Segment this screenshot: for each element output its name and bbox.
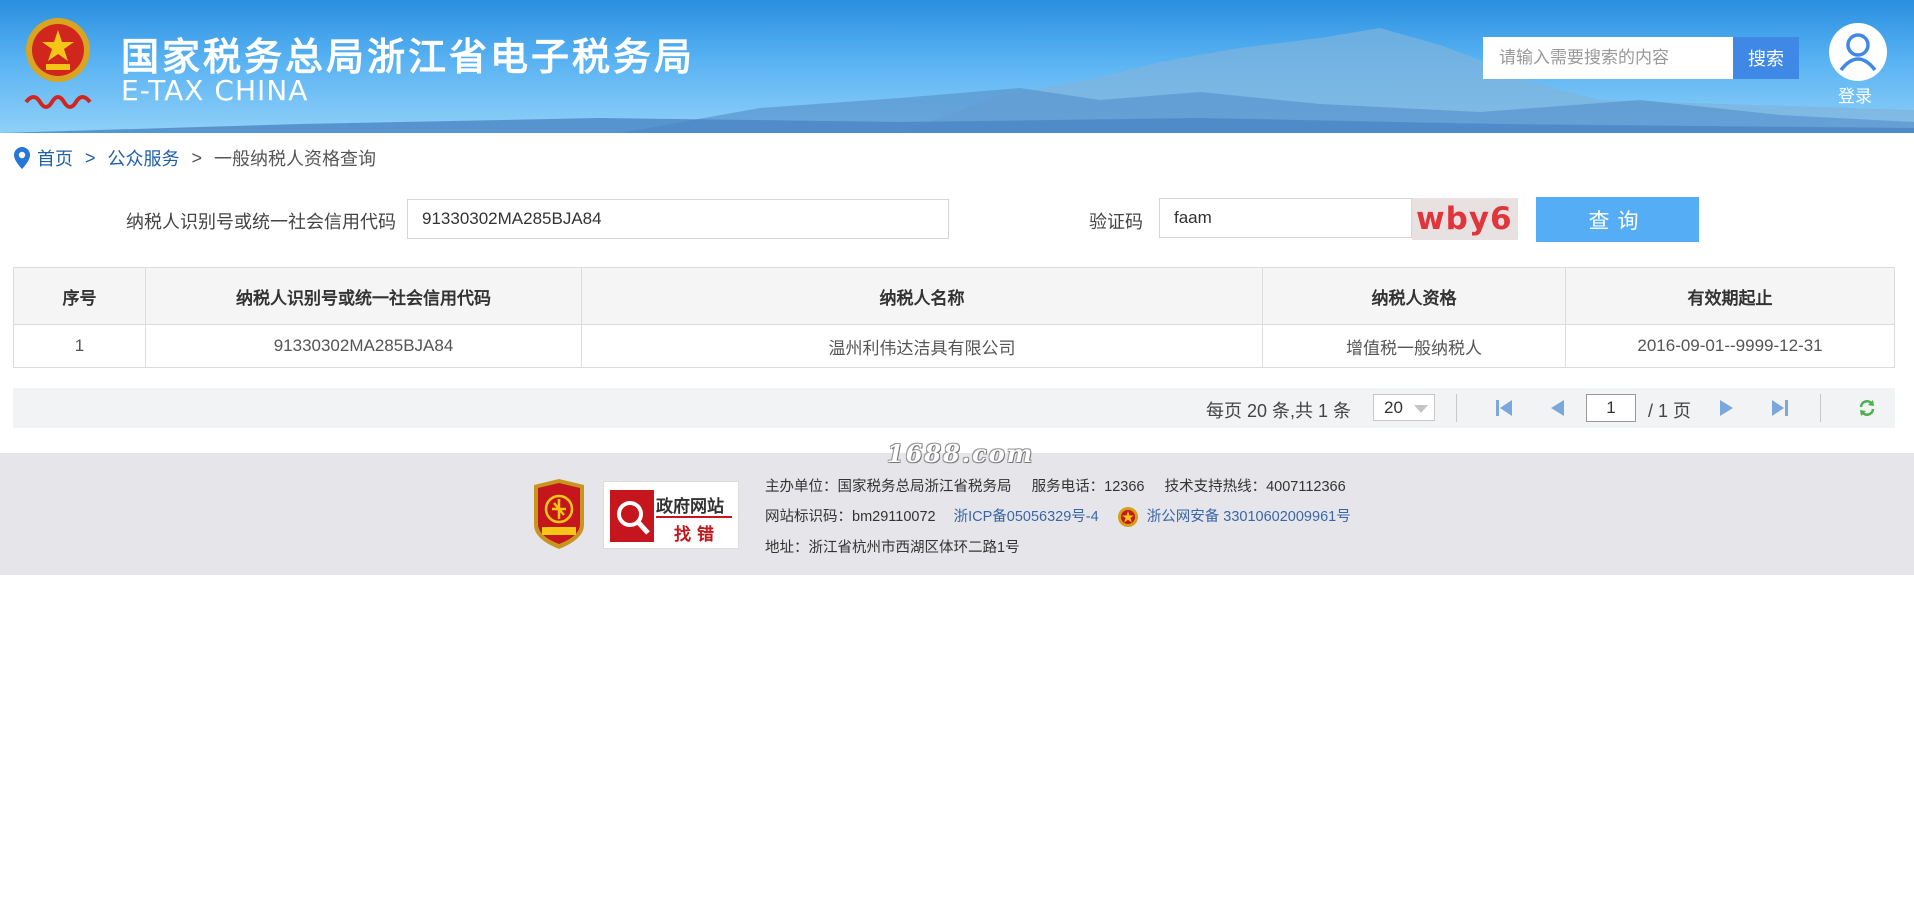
user-avatar-icon[interactable] (1828, 22, 1888, 82)
table-header-row: 序号 纳税人识别号或统一社会信用代码 纳税人名称 纳税人资格 有效期起止 (13, 267, 1895, 325)
captcha-label: 验证码 (1089, 212, 1143, 232)
previous-page-icon[interactable] (1548, 398, 1568, 418)
breadcrumb: 首页 > 公众服务 > 一般纳税人资格查询 (13, 146, 376, 170)
refresh-icon[interactable] (1857, 398, 1877, 418)
public-security-record-link[interactable]: 浙公网安备 33010602009961号 (1147, 509, 1351, 525)
site-title: 国家税务总局浙江省电子税务局 (121, 35, 696, 79)
cell-validity: 2016-09-01--9999-12-31 (1565, 324, 1895, 368)
first-page-icon[interactable] (1494, 398, 1514, 418)
next-page-icon[interactable] (1716, 398, 1736, 418)
footer-site-id: 网站标识码：bm29110072 (765, 509, 936, 525)
pager-divider (1820, 394, 1821, 422)
magnifier-icon (610, 490, 654, 542)
site-search-button[interactable]: 搜索 (1733, 37, 1799, 79)
party-government-organ-badge-icon[interactable] (530, 479, 588, 549)
site-subtitle: E-TAX CHINA (121, 74, 309, 107)
table-row: 1 91330302MA285BJA84 温州利伟达洁具有限公司 增值税一般纳税… (13, 324, 1895, 368)
breadcrumb-home[interactable]: 首页 (37, 145, 73, 171)
query-button[interactable]: 查询 (1536, 197, 1699, 242)
breadcrumb-separator: > (85, 147, 96, 168)
pagination-bar: 每页 20 条,共 1 条 20 1 / 1 页 (13, 388, 1895, 428)
error-report-divider (656, 516, 732, 518)
captcha-image[interactable]: wby6 (1412, 198, 1518, 240)
column-header-index: 序号 (13, 267, 146, 325)
column-header-taxpayer-name: 纳税人名称 (581, 267, 1263, 325)
error-report-subtitle: 找错 (674, 525, 720, 545)
cell-taxpayer-id: 91330302MA285BJA84 (145, 324, 582, 368)
captcha-input[interactable]: faam (1159, 198, 1412, 238)
pagination-summary: 每页 20 条,共 1 条 (1206, 401, 1352, 421)
page-size-value: 20 (1384, 397, 1403, 417)
police-badge-icon (1117, 507, 1138, 528)
login-link[interactable]: 登录 (1838, 82, 1872, 107)
cell-index: 1 (13, 324, 146, 368)
watermark-text: 1688.com (887, 439, 1035, 468)
location-pin-icon (14, 147, 30, 169)
breadcrumb-current: 一般纳税人资格查询 (214, 149, 377, 169)
pager-divider (1456, 394, 1457, 422)
cell-taxpayer-name: 温州利伟达洁具有限公司 (581, 324, 1263, 368)
cell-qualification: 增值税一般纳税人 (1262, 324, 1566, 368)
captcha-image-text: wby6 (1416, 201, 1513, 237)
government-website-error-report[interactable]: 政府网站 找错 (603, 481, 739, 549)
column-header-qualification: 纳税人资格 (1262, 267, 1566, 325)
site-search-input[interactable] (1483, 37, 1733, 79)
current-page-input[interactable]: 1 (1586, 394, 1636, 422)
results-table: 序号 纳税人识别号或统一社会信用代码 纳税人名称 纳税人资格 有效期起止 1 9… (13, 267, 1895, 368)
taxpayer-id-input[interactable]: 91330302MA285BJA84 (407, 199, 949, 239)
national-emblem-icon (24, 18, 92, 109)
page-size-select[interactable]: 20 (1373, 394, 1435, 421)
footer-registration-line: 网站标识码：bm29110072 浙ICP备05056329号-4 浙公网安备 … (765, 505, 1351, 528)
column-header-validity: 有效期起止 (1565, 267, 1895, 325)
taxpayer-id-label: 纳税人识别号或统一社会信用代码 (126, 212, 396, 232)
error-report-title: 政府网站 (656, 497, 724, 517)
chevron-down-icon (1414, 405, 1428, 413)
footer-address: 地址：浙江省杭州市西湖区体环二路1号 (765, 540, 1020, 556)
breadcrumb-public-service[interactable]: 公众服务 (108, 145, 180, 171)
last-page-icon[interactable] (1770, 398, 1790, 418)
column-header-taxpayer-id: 纳税人识别号或统一社会信用代码 (145, 267, 582, 325)
icp-license-link[interactable]: 浙ICP备05056329号-4 (954, 509, 1099, 525)
total-pages: / 1 页 (1648, 401, 1692, 421)
site-header: 国家税务总局浙江省电子税务局 E-TAX CHINA 搜索 登录 (0, 0, 1914, 133)
breadcrumb-separator: > (191, 147, 203, 168)
footer-sponsor-line: 主办单位：国家税务总局浙江省税务局 服务电话：12366 技术支持热线：4007… (765, 479, 1346, 495)
